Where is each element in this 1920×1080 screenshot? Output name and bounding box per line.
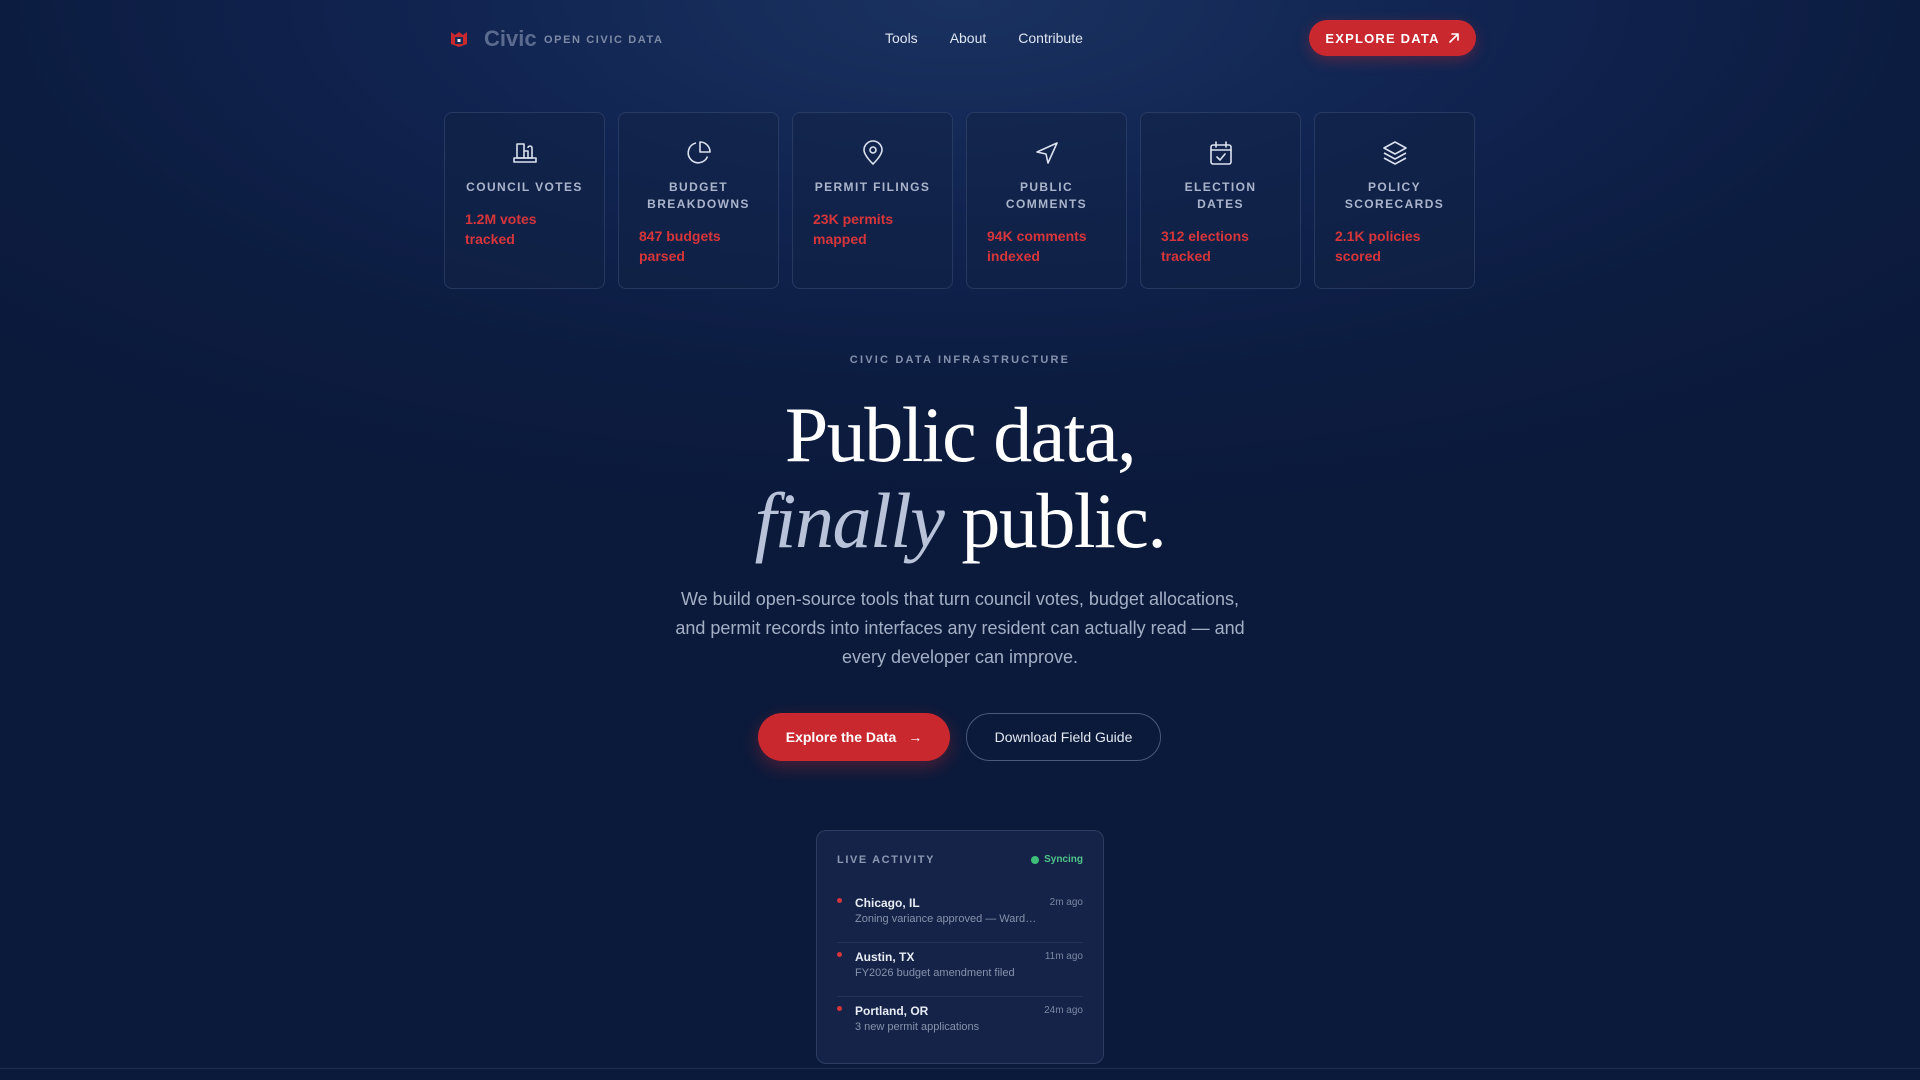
status-dot-icon bbox=[1031, 855, 1040, 864]
explore-the-data-label: Explore the Data bbox=[785, 729, 897, 745]
send-icon bbox=[1035, 142, 1058, 164]
download-field-guide-button[interactable]: Download Field Guide bbox=[966, 713, 1161, 761]
activity-description: 3 new permit applications bbox=[855, 1021, 980, 1033]
card-council-votes[interactable]: COUNCIL VOTES 1.2M votes tracked bbox=[444, 112, 605, 289]
bullet-dot-icon bbox=[837, 1006, 842, 1011]
arrow-up-right-icon bbox=[1448, 33, 1459, 43]
card-title: PERMIT FILINGS bbox=[814, 180, 931, 194]
card-title: ELECTION DATES bbox=[1184, 180, 1257, 211]
feature-cards: COUNCIL VOTES 1.2M votes tracked BUDGET … bbox=[444, 112, 1476, 291]
hero-headline: Public data, finally public. bbox=[444, 392, 1476, 564]
top-nav: Civic OPEN CIVIC DATA Tools About Contri… bbox=[444, 20, 1476, 56]
card-election-dates[interactable]: ELECTION DATES 312 elections tracked bbox=[1140, 112, 1301, 289]
card-public-comments[interactable]: PUBLIC COMMENTS 94K comments indexed bbox=[966, 112, 1127, 289]
card-budget-breakdowns[interactable]: BUDGET BREAKDOWNS 847 budgets parsed bbox=[618, 112, 779, 289]
section-divider bbox=[0, 1068, 1920, 1069]
nav-links: Tools About Contribute bbox=[885, 30, 1083, 46]
podium-icon bbox=[512, 143, 537, 163]
activity-description: Zoning variance approved — Ward 27 bbox=[855, 913, 1037, 925]
sync-status-badge: Syncing bbox=[1031, 854, 1083, 865]
headline-italic-word: finally bbox=[754, 477, 945, 564]
activity-city: Austin, TX bbox=[855, 950, 915, 964]
bullet-dot-icon bbox=[837, 952, 842, 957]
live-activity-panel: LIVE ACTIVITY Syncing Chicago, IL 2m ago… bbox=[816, 830, 1104, 1064]
brand-tagline: OPEN CIVIC DATA bbox=[544, 34, 664, 46]
nav-link-about[interactable]: About bbox=[950, 30, 987, 46]
page: Civic OPEN CIVIC DATA Tools About Contri… bbox=[444, 0, 1476, 1080]
activity-item[interactable]: Portland, OR 24m ago 3 new permit applic… bbox=[837, 997, 1083, 1050]
card-title: COUNCIL VOTES bbox=[466, 180, 583, 194]
card-stat: 1.2M votes tracked bbox=[465, 211, 537, 247]
hero-eyebrow: CIVIC DATA INFRASTRUCTURE bbox=[849, 354, 1071, 366]
arrow-right-icon: → bbox=[908, 729, 923, 745]
headline-line-2-rest: public. bbox=[943, 477, 1166, 564]
nav-link-tools[interactable]: Tools bbox=[885, 30, 918, 46]
calendar-check-icon bbox=[1209, 141, 1232, 165]
nav-link-contribute[interactable]: Contribute bbox=[1018, 30, 1083, 46]
activity-city: Portland, OR bbox=[855, 1004, 929, 1018]
card-stat: 94K comments indexed bbox=[987, 228, 1087, 264]
card-title: POLICY SCORECARDS bbox=[1344, 180, 1445, 211]
activity-item[interactable]: Chicago, IL 2m ago Zoning variance appro… bbox=[837, 889, 1083, 943]
card-stat: 2.1K policies scored bbox=[1335, 228, 1421, 264]
live-activity-title: LIVE ACTIVITY bbox=[837, 854, 936, 866]
explore-data-button[interactable]: EXPLORE DATA bbox=[1309, 20, 1476, 56]
hero-actions: Explore the Data → Download Field Guide bbox=[758, 713, 1161, 761]
layers-icon bbox=[1382, 141, 1407, 165]
brand-name[interactable]: Civic bbox=[484, 26, 537, 52]
bullet-dot-icon bbox=[837, 898, 842, 903]
map-pin-icon bbox=[862, 140, 883, 165]
explore-the-data-button[interactable]: Explore the Data → bbox=[758, 713, 950, 761]
card-title: PUBLIC COMMENTS bbox=[1005, 180, 1088, 211]
sync-status-label: Syncing bbox=[1044, 854, 1083, 865]
headline-line-1: Public data, bbox=[784, 391, 1137, 478]
activity-time: 2m ago bbox=[1049, 897, 1083, 908]
card-stat: 23K permits mapped bbox=[813, 211, 894, 247]
card-permit-filings[interactable]: PERMIT FILINGS 23K permits mapped bbox=[792, 112, 953, 289]
card-policy-scorecards[interactable]: POLICY SCORECARDS 2.1K policies scored bbox=[1314, 112, 1475, 289]
activity-time: 24m ago bbox=[1044, 1005, 1083, 1016]
activity-time: 11m ago bbox=[1044, 951, 1083, 962]
activity-city: Chicago, IL bbox=[855, 896, 920, 910]
hero-description: We build open-source tools that turn cou… bbox=[675, 589, 1245, 667]
card-stat: 312 elections tracked bbox=[1161, 228, 1249, 264]
card-title: BUDGET BREAKDOWNS bbox=[647, 180, 750, 211]
explore-data-label: EXPLORE DATA bbox=[1325, 30, 1440, 46]
pie-chart-icon bbox=[686, 141, 711, 164]
activity-item[interactable]: Austin, TX 11m ago FY2026 budget amendme… bbox=[837, 943, 1083, 997]
card-stat: 847 budgets parsed bbox=[639, 228, 721, 264]
live-activity-header: LIVE ACTIVITY Syncing bbox=[837, 831, 1083, 889]
activity-description: FY2026 budget amendment filed bbox=[855, 967, 1015, 979]
civic-logo-icon[interactable] bbox=[450, 30, 468, 48]
